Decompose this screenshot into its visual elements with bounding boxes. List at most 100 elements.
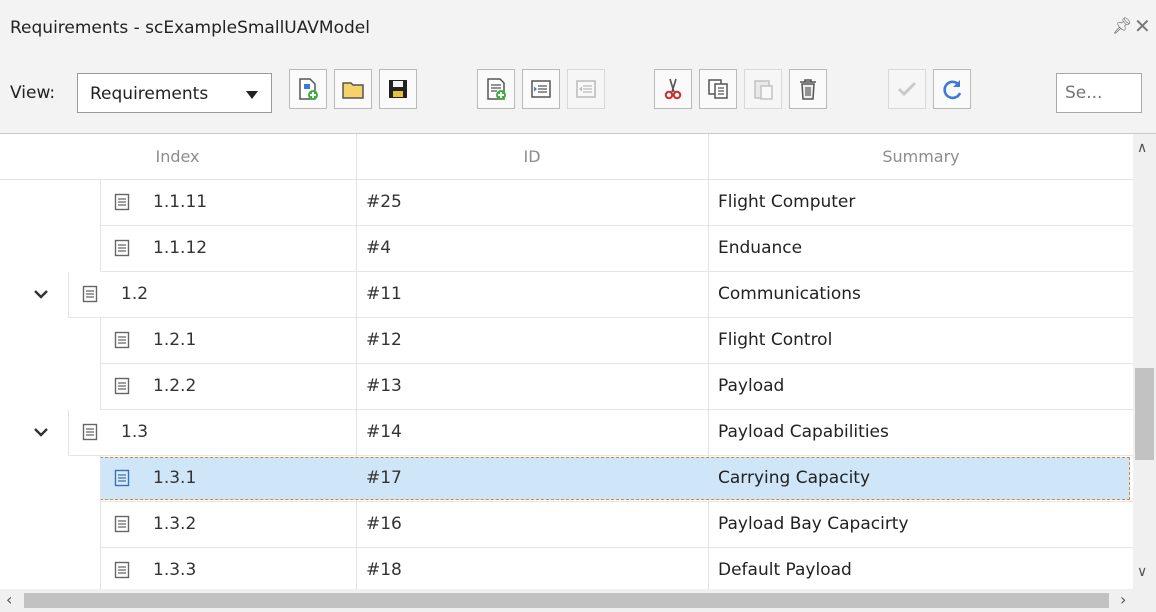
scissors-icon (664, 78, 682, 100)
new-file-icon (299, 78, 318, 100)
row-summary: Payload Bay Capacirty (718, 514, 909, 534)
row-summary: Enduance (718, 238, 803, 258)
requirement-document-icon (114, 239, 130, 257)
row-id: #25 (366, 192, 402, 212)
requirement-document-icon (114, 377, 130, 395)
requirement-document-icon (114, 469, 130, 487)
table-header: Index ID Summary (0, 134, 1133, 180)
row-id: #18 (366, 560, 402, 580)
view-label: View: (10, 83, 56, 103)
tree-guide (68, 410, 69, 456)
tree-guide (100, 502, 101, 548)
column-header-summary[interactable]: Summary (709, 147, 1133, 166)
row-id: #16 (366, 514, 402, 534)
outdent-button[interactable] (522, 69, 560, 109)
tree-guide (100, 180, 101, 226)
row-index: 1.3.2 (153, 514, 197, 534)
table-row[interactable]: 1.3 #14 Payload Capabilities (0, 410, 1133, 456)
view-dropdown-value: Requirements (90, 84, 209, 104)
row-id: #17 (366, 468, 402, 488)
chevron-down-icon (246, 91, 258, 99)
table-row[interactable]: 1.3.3 #18 Default Payload (0, 548, 1133, 589)
tree-guide (100, 226, 101, 272)
row-summary: Carrying Capacity (718, 468, 871, 488)
requirements-editor-window: Requirements - scExampleSmallUAVModel 📌︎… (0, 0, 1156, 612)
row-index: 1.3 (121, 422, 149, 442)
table-row[interactable]: 1.3.1 #17 Carrying Capacity (0, 456, 1133, 502)
requirement-document-icon (114, 331, 130, 349)
row-id: #12 (366, 330, 402, 350)
table-row[interactable]: 1.2 #11 Communications (0, 272, 1133, 318)
indent-icon (576, 80, 596, 98)
horizontal-scrollbar[interactable]: ‹ › (0, 589, 1156, 612)
chevron-down-icon[interactable] (32, 423, 50, 441)
title-bar: Requirements - scExampleSmallUAVModel 📌︎… (0, 0, 1156, 56)
refresh-button[interactable] (933, 69, 971, 109)
copy-button[interactable] (699, 69, 737, 109)
verify-button[interactable] (888, 69, 926, 109)
chevron-down-icon[interactable] (32, 285, 50, 303)
requirement-document-icon (82, 285, 98, 303)
add-requirement-button[interactable] (477, 69, 515, 109)
selection-highlight (100, 457, 1130, 500)
row-index: 1.2.1 (153, 330, 197, 350)
tree-guide (68, 272, 69, 318)
vertical-scroll-thumb[interactable] (1135, 368, 1154, 460)
delete-button[interactable] (789, 69, 827, 109)
refresh-icon (943, 80, 962, 100)
row-summary: Flight Control (718, 330, 833, 350)
new-requirement-set-button[interactable] (289, 69, 327, 109)
table-row[interactable]: 1.1.12 #4 Enduance (0, 226, 1133, 272)
save-button[interactable] (379, 69, 417, 109)
row-id: #4 (366, 238, 392, 258)
open-button[interactable] (334, 69, 372, 109)
vertical-scrollbar[interactable]: ∧ ∨ (1133, 134, 1156, 589)
pin-icon[interactable]: 📌︎ (1112, 16, 1132, 36)
row-index: 1.1.11 (153, 192, 208, 212)
row-id: #11 (366, 284, 402, 304)
row-index: 1.2 (121, 284, 149, 304)
table-row[interactable]: 1.1.11 #25 Flight Computer (0, 180, 1133, 226)
table-row[interactable]: 1.2.1 #12 Flight Control (0, 318, 1133, 364)
folder-icon (342, 82, 364, 99)
table-row[interactable]: 1.3.2 #16 Payload Bay Capacirty (0, 502, 1133, 548)
column-header-index[interactable]: Index (0, 147, 355, 166)
row-id: #13 (366, 376, 402, 396)
cut-button[interactable] (654, 69, 692, 109)
add-requirement-icon (487, 78, 506, 100)
table-row[interactable]: 1.2.2 #13 Payload (0, 364, 1133, 410)
row-id: #14 (366, 422, 402, 442)
toolbar: View: Requirements (0, 56, 1156, 134)
scroll-left-icon[interactable]: ‹ (6, 590, 12, 609)
trash-icon (800, 79, 816, 100)
tree-guide (100, 548, 101, 589)
tree-guide (100, 456, 101, 502)
paste-button[interactable] (744, 69, 782, 109)
search-input[interactable] (1056, 73, 1142, 113)
row-summary: Payload Capabilities (718, 422, 889, 442)
row-summary: Communications (718, 284, 861, 304)
window-title: Requirements - scExampleSmallUAVModel (10, 18, 370, 38)
indent-button[interactable] (567, 69, 605, 109)
scroll-up-icon[interactable]: ∧ (1137, 140, 1147, 156)
tree-guide (100, 364, 101, 410)
horizontal-scroll-thumb[interactable] (24, 593, 1109, 608)
scroll-right-icon[interactable]: › (1120, 590, 1126, 609)
outdent-icon (531, 80, 551, 98)
column-header-id[interactable]: ID (357, 147, 707, 166)
scroll-down-icon[interactable]: ∨ (1137, 564, 1147, 580)
row-summary: Default Payload (718, 560, 852, 580)
copy-icon (708, 79, 728, 99)
row-summary: Payload (718, 376, 785, 396)
requirement-document-icon (82, 423, 98, 441)
row-index: 1.3.1 (153, 468, 197, 488)
check-icon (897, 81, 917, 97)
row-index: 1.1.12 (153, 238, 208, 258)
requirement-document-icon (114, 193, 130, 211)
paste-icon (754, 80, 773, 100)
tree-guide (100, 318, 101, 364)
close-icon[interactable]: ✕ (1134, 14, 1154, 38)
save-icon (389, 80, 407, 98)
view-dropdown[interactable]: Requirements (77, 73, 272, 113)
requirements-table: Index ID Summary 1.1.11 #25 Flight Compute… (0, 134, 1133, 589)
